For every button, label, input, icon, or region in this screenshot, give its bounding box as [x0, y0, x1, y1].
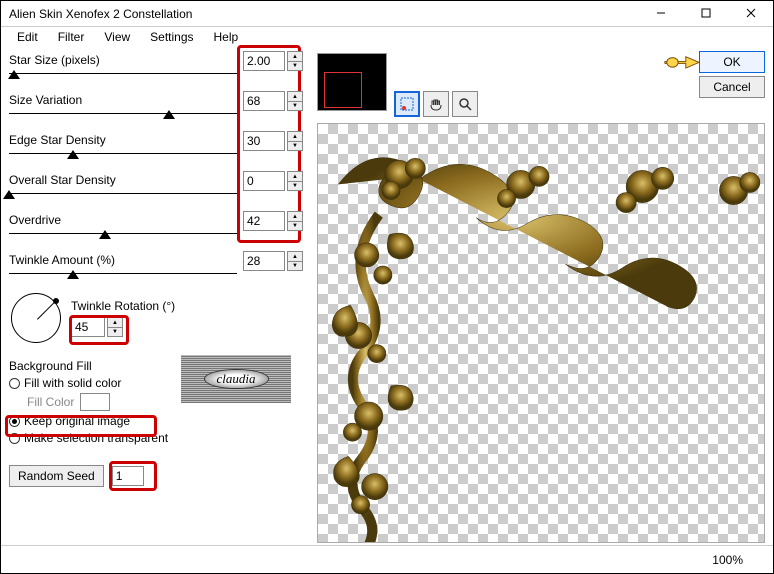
titlebar: Alien Skin Xenofex 2 Constellation	[1, 1, 773, 27]
menubar: Edit Filter View Settings Help	[1, 27, 773, 47]
ok-cancel-group: OK Cancel	[699, 51, 765, 98]
fill-color-swatch[interactable]	[80, 393, 110, 411]
main-area: Star Size (pixels) ▲▼ Size Variation ▲▼ …	[1, 47, 773, 545]
spin-down[interactable]: ▼	[107, 327, 123, 337]
spin-up[interactable]: ▲	[287, 171, 303, 181]
input-random-seed[interactable]	[112, 466, 144, 486]
spin-down[interactable]: ▼	[287, 101, 303, 111]
menu-settings[interactable]: Settings	[140, 28, 203, 46]
spin-down[interactable]: ▼	[287, 181, 303, 191]
radio-fill-solid[interactable]: Fill with solid color	[9, 376, 307, 390]
row-size-variation: Size Variation ▲▼	[9, 93, 307, 125]
random-seed-button[interactable]: Random Seed	[9, 465, 104, 487]
menu-filter[interactable]: Filter	[48, 28, 95, 46]
preview-toolbar	[394, 91, 478, 117]
radio-make-transparent[interactable]: Make selection transparent	[9, 431, 307, 445]
slider-overall-density[interactable]	[9, 193, 237, 205]
spin-down[interactable]: ▼	[287, 141, 303, 151]
menu-view[interactable]: View	[94, 28, 140, 46]
row-twinkle-amount: Twinkle Amount (%) ▲▼	[9, 253, 307, 285]
input-overdrive[interactable]	[243, 211, 285, 231]
slider-twinkle-amount[interactable]	[9, 273, 237, 285]
row-random-seed: Random Seed	[9, 465, 307, 487]
spin-down[interactable]: ▼	[287, 221, 303, 231]
zoom-tool-icon[interactable]	[452, 91, 478, 117]
input-star-size[interactable]	[243, 51, 285, 71]
slider-edge-density[interactable]	[9, 153, 237, 165]
label-twinkle-rotation: Twinkle Rotation (°)	[71, 299, 175, 313]
spin-up[interactable]: ▲	[287, 91, 303, 101]
input-twinkle-rotation[interactable]	[71, 317, 105, 337]
spin-up[interactable]: ▲	[287, 131, 303, 141]
slider-star-size[interactable]	[9, 73, 237, 85]
ok-button[interactable]: OK	[699, 51, 765, 73]
input-overall-density[interactable]	[243, 171, 285, 191]
navigator-thumbnail[interactable]	[317, 53, 387, 111]
hand-tool-icon[interactable]	[423, 91, 449, 117]
right-pane: OK Cancel	[311, 47, 773, 545]
zoom-level: 100%	[712, 553, 743, 567]
spin-down[interactable]: ▼	[287, 61, 303, 71]
maximize-button[interactable]	[683, 1, 728, 25]
marquee-tool-icon[interactable]	[394, 91, 420, 117]
status-bar: 100%	[1, 545, 773, 573]
row-star-size: Star Size (pixels) ▲▼	[9, 53, 307, 85]
fill-color-row: Fill Color	[27, 393, 307, 411]
cancel-button[interactable]: Cancel	[699, 76, 765, 98]
spin-down[interactable]: ▼	[287, 261, 303, 271]
preview-canvas[interactable]	[317, 123, 765, 543]
input-size-variation[interactable]	[243, 91, 285, 111]
slider-size-variation[interactable]	[9, 113, 237, 125]
menu-edit[interactable]: Edit	[7, 28, 48, 46]
row-overdrive: Overdrive ▲▼	[9, 213, 307, 245]
minimize-button[interactable]	[638, 1, 683, 25]
label-bg-fill: Background Fill	[9, 359, 307, 373]
spin-up[interactable]: ▲	[107, 317, 123, 327]
window-buttons	[638, 1, 773, 27]
window-title: Alien Skin Xenofex 2 Constellation	[9, 7, 638, 21]
label-fill-color: Fill Color	[27, 395, 74, 409]
input-twinkle-amount[interactable]	[243, 251, 285, 271]
input-edge-density[interactable]	[243, 131, 285, 151]
row-twinkle-rotation: Twinkle Rotation (°) ▲▼	[9, 293, 307, 343]
parameter-panel: Star Size (pixels) ▲▼ Size Variation ▲▼ …	[1, 47, 311, 545]
menu-help[interactable]: Help	[204, 28, 249, 46]
radio-keep-original[interactable]: Keep original image	[9, 414, 307, 428]
rotation-dial[interactable]	[11, 293, 61, 343]
row-edge-density: Edge Star Density ▲▼	[9, 133, 307, 165]
pointing-hand-icon	[663, 51, 701, 73]
slider-overdrive[interactable]	[9, 233, 237, 245]
spin-up[interactable]: ▲	[287, 211, 303, 221]
spin-up[interactable]: ▲	[287, 251, 303, 261]
spin-up[interactable]: ▲	[287, 51, 303, 61]
background-fill-group: Background Fill Fill with solid color Fi…	[9, 359, 307, 445]
close-button[interactable]	[728, 1, 773, 25]
row-overall-density: Overall Star Density ▲▼	[9, 173, 307, 205]
